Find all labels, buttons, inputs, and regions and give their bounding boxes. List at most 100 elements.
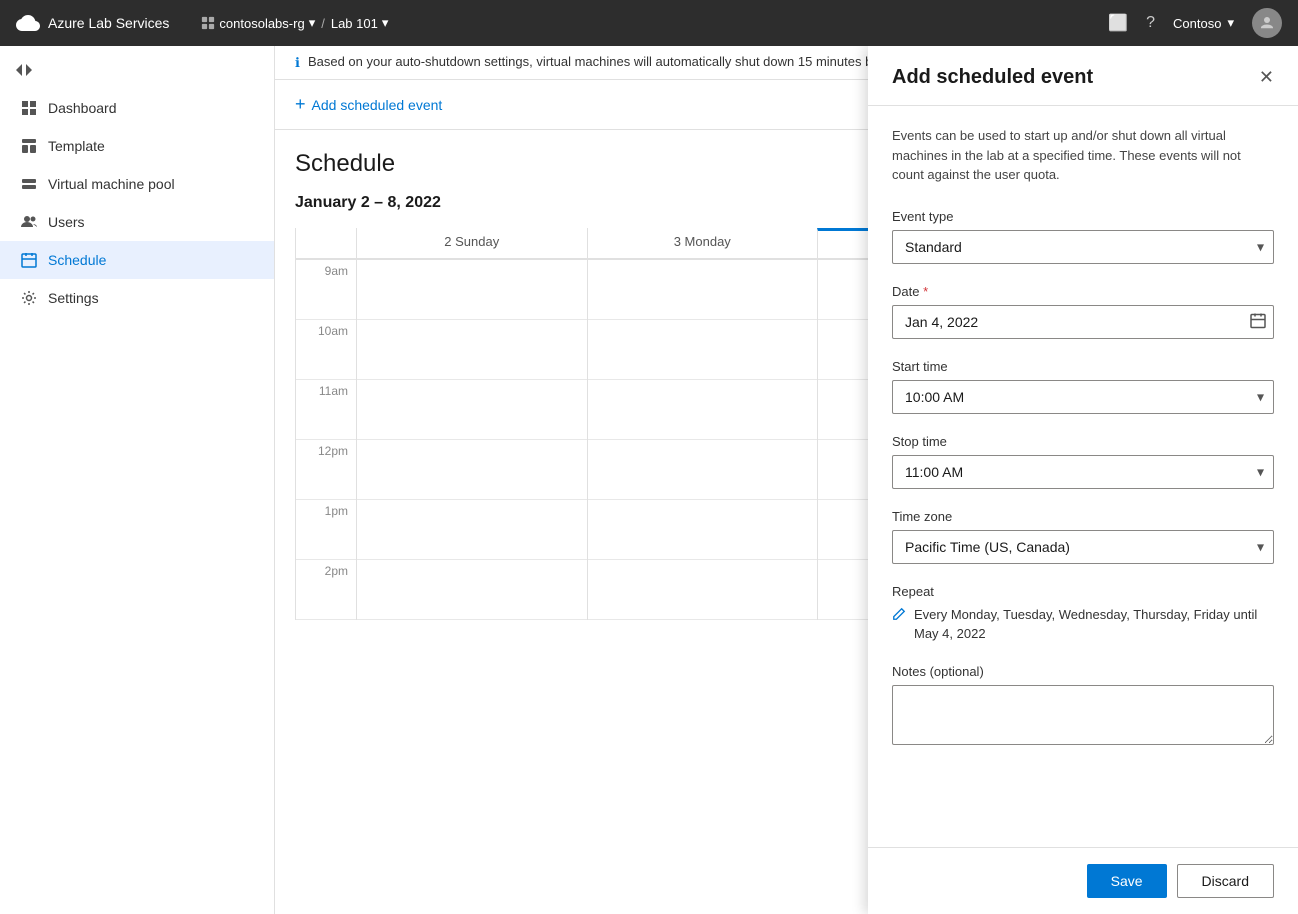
sidebar-schedule-label: Schedule bbox=[48, 252, 106, 268]
monitor-icon[interactable]: ⬜ bbox=[1108, 13, 1128, 33]
account-menu[interactable]: Contoso ▾ bbox=[1173, 15, 1234, 31]
sidebar-item-settings[interactable]: Settings bbox=[0, 279, 274, 317]
panel-close-button[interactable]: ✕ bbox=[1259, 67, 1274, 88]
add-btn-label: Add scheduled event bbox=[312, 97, 443, 113]
required-marker: * bbox=[923, 284, 928, 299]
notes-label: Notes (optional) bbox=[892, 664, 1274, 679]
cell bbox=[588, 560, 818, 620]
resource-group-icon bbox=[201, 16, 215, 30]
monday-label: 3 Monday bbox=[674, 234, 731, 249]
time-11am: 11am bbox=[296, 380, 356, 440]
cell bbox=[357, 320, 587, 380]
app-logo: Azure Lab Services bbox=[16, 11, 169, 35]
cell bbox=[588, 500, 818, 560]
cell bbox=[588, 320, 818, 380]
save-button[interactable]: Save bbox=[1087, 864, 1167, 898]
sidebar-item-template[interactable]: Template bbox=[0, 127, 274, 165]
start-time-select[interactable]: 8:00 AM 9:00 AM 10:00 AM 11:00 AM 12:00 … bbox=[892, 380, 1274, 414]
collapse-icon bbox=[16, 62, 32, 78]
cal-day-monday: 3 Monday bbox=[587, 228, 818, 258]
add-event-panel: Add scheduled event ✕ Events can be used… bbox=[868, 46, 1298, 914]
main-content: ℹ Based on your auto-shutdown settings, … bbox=[275, 46, 1298, 914]
cell bbox=[357, 440, 587, 500]
users-icon bbox=[20, 213, 38, 231]
event-type-select[interactable]: Standard Custom bbox=[892, 230, 1274, 264]
main-layout: Dashboard Template Virtual machine pool … bbox=[0, 46, 1298, 914]
vm-pool-icon bbox=[20, 175, 38, 193]
cell bbox=[357, 380, 587, 440]
app-name-label: Azure Lab Services bbox=[48, 15, 169, 31]
sidebar-settings-label: Settings bbox=[48, 290, 99, 306]
date-label: Date * bbox=[892, 284, 1274, 299]
add-scheduled-event-button[interactable]: + Add scheduled event bbox=[295, 90, 442, 119]
avatar[interactable] bbox=[1252, 8, 1282, 38]
sidebar-dashboard-label: Dashboard bbox=[48, 100, 117, 116]
panel-footer: Save Discard bbox=[868, 847, 1298, 914]
repeat-edit-icon[interactable] bbox=[892, 607, 906, 626]
repeat-group: Repeat Every Monday, Tuesday, Wednesday,… bbox=[892, 584, 1274, 644]
time-col-header bbox=[296, 228, 356, 258]
time-column: 9am 10am 11am 12pm 1pm 2pm bbox=[296, 260, 356, 620]
sidebar-item-vm-pool[interactable]: Virtual machine pool bbox=[0, 165, 274, 203]
avatar-icon bbox=[1258, 14, 1276, 32]
cell bbox=[588, 440, 818, 500]
breadcrumb-rg[interactable]: contosolabs-rg ▾ bbox=[201, 15, 315, 31]
account-name: Contoso bbox=[1173, 16, 1221, 31]
info-icon: ℹ bbox=[295, 55, 300, 71]
cell bbox=[588, 260, 818, 320]
breadcrumb-lab[interactable]: Lab 101 ▾ bbox=[331, 15, 389, 31]
account-chevron: ▾ bbox=[1227, 15, 1234, 31]
calendar-icon bbox=[1250, 312, 1266, 328]
timezone-group: Time zone Pacific Time (US, Canada) East… bbox=[892, 509, 1274, 564]
sidebar: Dashboard Template Virtual machine pool … bbox=[0, 46, 275, 914]
sunday-column bbox=[356, 260, 587, 620]
time-12pm: 12pm bbox=[296, 440, 356, 500]
topnav-right: ⬜ ? Contoso ▾ bbox=[1108, 8, 1282, 38]
start-time-label: Start time bbox=[892, 359, 1274, 374]
repeat-label: Repeat bbox=[892, 584, 1274, 599]
stop-time-group: Stop time 10:00 AM 11:00 AM 12:00 PM 1:0… bbox=[892, 434, 1274, 489]
event-type-label: Event type bbox=[892, 209, 1274, 224]
settings-icon bbox=[20, 289, 38, 307]
time-1pm: 1pm bbox=[296, 500, 356, 560]
timezone-select[interactable]: Pacific Time (US, Canada) Eastern Time (… bbox=[892, 530, 1274, 564]
lab-label: Lab 101 bbox=[331, 16, 378, 31]
repeat-text: Every Monday, Tuesday, Wednesday, Thursd… bbox=[914, 605, 1274, 644]
breadcrumb: contosolabs-rg ▾ / Lab 101 ▾ bbox=[201, 15, 388, 31]
sidebar-vm-pool-label: Virtual machine pool bbox=[48, 176, 175, 192]
start-time-group: Start time 8:00 AM 9:00 AM 10:00 AM 11:0… bbox=[892, 359, 1274, 414]
lab-chevron: ▾ bbox=[382, 15, 389, 31]
sidebar-users-label: Users bbox=[48, 214, 85, 230]
time-10am: 10am bbox=[296, 320, 356, 380]
cell bbox=[357, 560, 587, 620]
sidebar-item-dashboard[interactable]: Dashboard bbox=[0, 89, 274, 127]
cloud-icon bbox=[16, 11, 40, 35]
cal-day-sunday: 2 Sunday bbox=[356, 228, 587, 258]
repeat-section: Every Monday, Tuesday, Wednesday, Thursd… bbox=[892, 605, 1274, 644]
start-time-select-wrapper: 8:00 AM 9:00 AM 10:00 AM 11:00 AM 12:00 … bbox=[892, 380, 1274, 414]
panel-title: Add scheduled event bbox=[892, 66, 1093, 89]
pencil-icon bbox=[892, 607, 906, 621]
schedule-icon bbox=[20, 251, 38, 269]
stop-time-select-wrapper: 10:00 AM 11:00 AM 12:00 PM 1:00 PM ▾ bbox=[892, 455, 1274, 489]
date-group: Date * bbox=[892, 284, 1274, 339]
discard-button[interactable]: Discard bbox=[1177, 864, 1274, 898]
timezone-select-wrapper: Pacific Time (US, Canada) Eastern Time (… bbox=[892, 530, 1274, 564]
add-icon: + bbox=[295, 94, 306, 115]
cell bbox=[357, 500, 587, 560]
notes-input[interactable] bbox=[892, 685, 1274, 745]
help-icon[interactable]: ? bbox=[1146, 14, 1155, 32]
date-input-wrapper bbox=[892, 305, 1274, 339]
monday-column bbox=[587, 260, 818, 620]
notes-group: Notes (optional) bbox=[892, 664, 1274, 748]
sidebar-collapse-button[interactable] bbox=[0, 54, 274, 89]
event-type-group: Event type Standard Custom ▾ bbox=[892, 209, 1274, 264]
sidebar-template-label: Template bbox=[48, 138, 105, 154]
stop-time-select[interactable]: 10:00 AM 11:00 AM 12:00 PM 1:00 PM bbox=[892, 455, 1274, 489]
rg-label: contosolabs-rg bbox=[219, 16, 304, 31]
panel-description: Events can be used to start up and/or sh… bbox=[892, 126, 1274, 185]
date-input[interactable] bbox=[892, 305, 1274, 339]
sidebar-item-schedule[interactable]: Schedule bbox=[0, 241, 274, 279]
calendar-picker-button[interactable] bbox=[1250, 312, 1266, 331]
sidebar-item-users[interactable]: Users bbox=[0, 203, 274, 241]
